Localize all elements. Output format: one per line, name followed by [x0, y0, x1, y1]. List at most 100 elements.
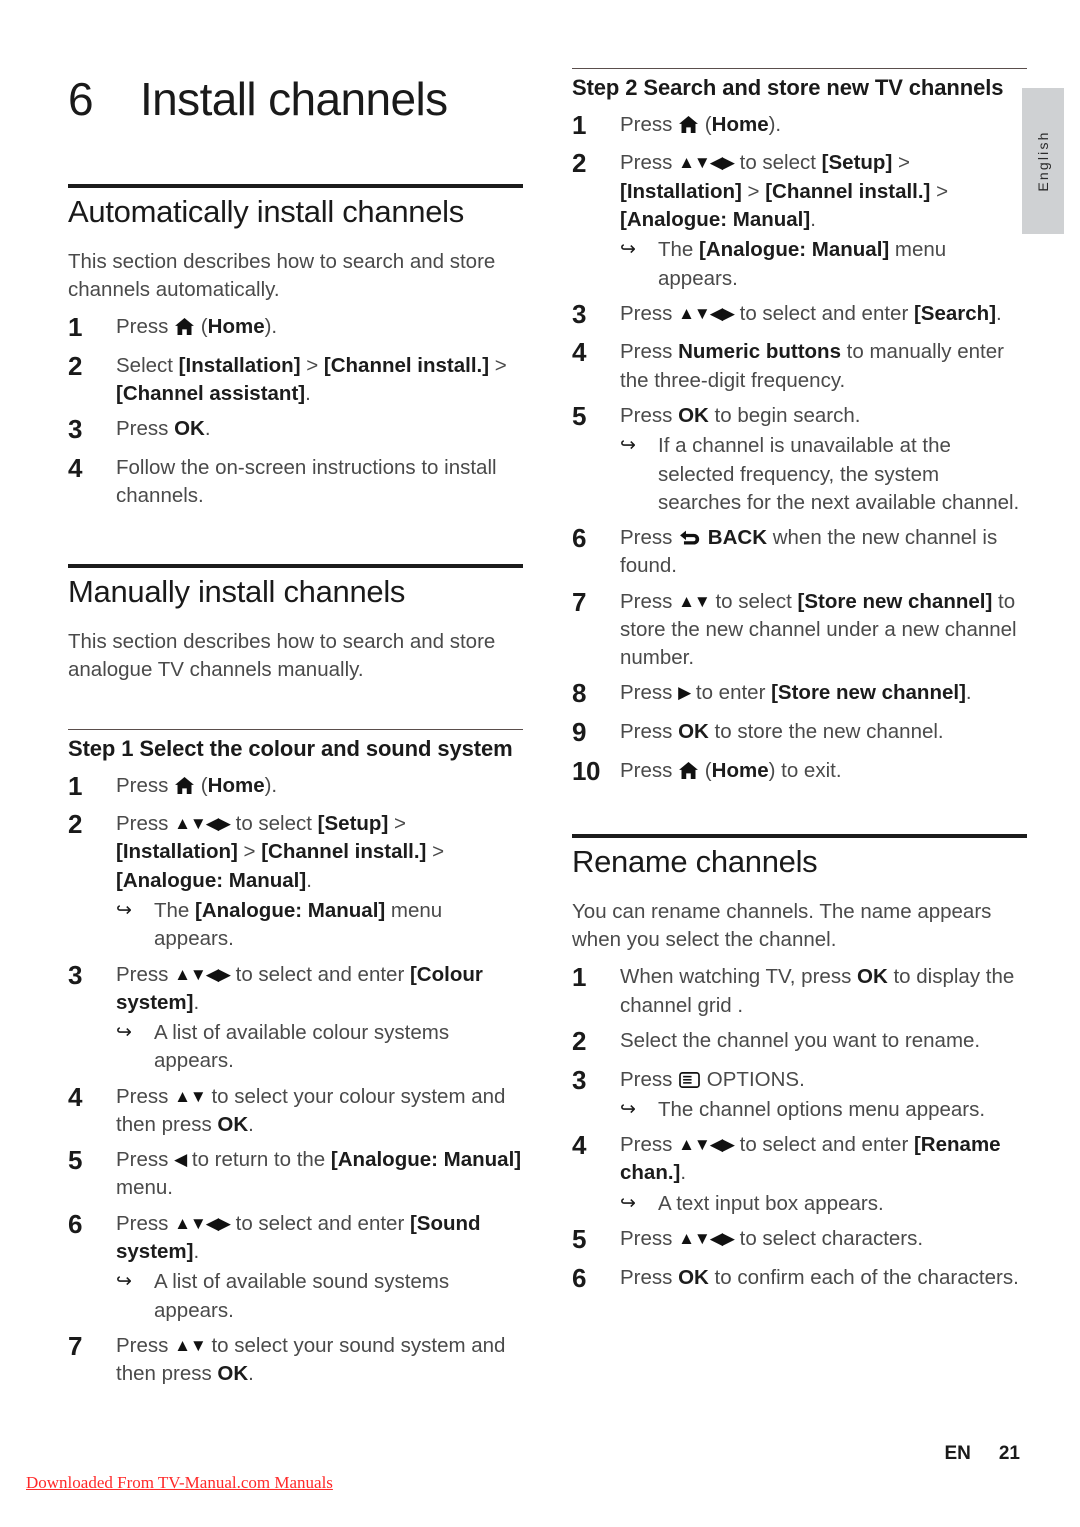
step-text: Press OK to store the new channel. [620, 715, 1027, 746]
home-icon [175, 776, 195, 794]
options-icon [679, 1071, 700, 1088]
step-text: Press ◀ to return to the [Analogue: Manu… [116, 1143, 523, 1203]
menu-path-token: [Analogue: Manual] [330, 1148, 522, 1172]
step-text: Press ▲▼ to select your colour system an… [116, 1080, 523, 1140]
list-item: 4 Press Numeric buttons to manually ente… [572, 335, 1027, 395]
step-text: When watching TV, press OK to display th… [620, 960, 1027, 1020]
step-heading-step2: Step 2 Search and store new TV channels [572, 75, 1004, 100]
step-number: 2 [572, 148, 586, 179]
step-text-tail: . [305, 382, 311, 406]
menu-path-sep: > [741, 179, 766, 203]
step-text-pre: Press [620, 403, 679, 427]
navigation-arrows-icon: ▲▼ [174, 1335, 207, 1355]
home-icon [679, 761, 699, 779]
step-text-post: ( [699, 758, 712, 782]
list-item: 1 When watching TV, press OK to display … [572, 960, 1027, 1020]
menu-path-token: [Store new channel] [771, 681, 966, 705]
step-text: Press ▶ to enter [Store new channel]. [620, 676, 1027, 707]
step-text: Press ▲▼◀▶ to select and enter [Colour s… [116, 958, 523, 1076]
step-text-bold: OK [678, 1265, 709, 1289]
step-text: Press (Home). [116, 310, 523, 341]
step-text-pre: Press [620, 681, 679, 705]
result-text: A list of available sound systems appear… [154, 1270, 450, 1322]
navigation-arrows-icon: ▲▼◀▶ [678, 153, 735, 173]
list-item: 2 Select [Installation] > [Channel insta… [68, 349, 523, 409]
step-text-pre: Select [116, 353, 179, 377]
menu-path-token: [Analogue: Manual] [699, 238, 890, 262]
steps-step1: 1 Press (Home). 2 Press ▲▼◀▶ to select [… [68, 769, 523, 1389]
step-number: 6 [572, 523, 586, 554]
step-text: Press ▲▼◀▶ to select [Setup] > [Installa… [116, 807, 523, 953]
menu-path-token: [Channel assistant] [116, 382, 306, 406]
step-number: 5 [68, 1145, 82, 1176]
list-item: 7 Press ▲▼ to select [Store new channel]… [572, 585, 1027, 673]
step-text: Press ▲▼◀▶ to select [Setup] > [Installa… [620, 146, 1027, 292]
step-text-bold: Numeric buttons [678, 340, 841, 364]
watermark-link[interactable]: Downloaded From TV-Manual.com Manuals [26, 1473, 333, 1493]
menu-path-token: [Setup] [821, 151, 893, 175]
result-text: A list of available colour systems appea… [154, 1021, 450, 1073]
step-text-pre: Press [116, 773, 175, 797]
step-number: 10 [572, 755, 600, 786]
list-item: 3 Press ▲▼◀▶ to select and enter [Colour… [68, 958, 523, 1076]
footer: EN 21 [944, 1443, 1020, 1465]
section-intro-automatically-install: This section describes how to search and… [68, 249, 496, 301]
list-item: 2 Select the channel you want to rename. [572, 1024, 1027, 1059]
menu-path-token: [Search] [913, 301, 997, 325]
step-text-post: to select and enter [733, 1133, 914, 1157]
steps-rename-channels: 1 When watching TV, press OK to display … [572, 960, 1027, 1295]
list-item: 3 Press ▲▼◀▶ to select and enter [Search… [572, 297, 1027, 332]
step-text-pre: Press [620, 720, 679, 744]
step-text-tail: ). [264, 315, 278, 339]
steps-automatically-install: 1 Press (Home). 2 Select [Installation] … [68, 310, 523, 510]
result-arrow-icon: ↪ [116, 899, 132, 921]
step-number: 7 [572, 586, 586, 617]
list-item: 6 Press OK to confirm each of the charac… [572, 1261, 1027, 1296]
step-text-pre: Press [620, 1265, 679, 1289]
navigation-arrows-icon: ▶ [678, 683, 691, 703]
menu-path-token: [Channel install.] [261, 840, 427, 864]
step-text-bold: Home [711, 112, 769, 136]
list-item: 10 Press (Home) to exit. [572, 754, 1027, 789]
list-item: 4 Follow the on-screen instructions to i… [68, 451, 523, 511]
step-text-pre: Press [620, 526, 679, 550]
step-number: 2 [68, 350, 82, 381]
step-text-post: to select and enter [733, 301, 914, 325]
result-arrow-icon: ↪ [116, 1271, 132, 1293]
result-arrow-icon: ↪ [620, 1192, 636, 1214]
step-text-tail: menu. [116, 1176, 173, 1200]
step-text-post: to enter [690, 681, 772, 705]
step-text-post: to select and enter [229, 962, 410, 986]
step-text-pre: Press [116, 1333, 175, 1357]
menu-path-sep: > [388, 812, 406, 836]
step-text: Select [Installation] > [Channel install… [116, 349, 523, 409]
step-text: Press ▲▼ to select your sound system and… [116, 1329, 523, 1389]
step-text-post: OPTIONS. [701, 1067, 805, 1091]
home-icon [679, 115, 699, 133]
step-text-pre: When watching TV, press [620, 965, 858, 989]
list-item: 6 Press BACK when the new channel is fou… [572, 521, 1027, 581]
step-number: 1 [68, 770, 82, 801]
footer-language-code: EN [944, 1443, 971, 1464]
step-text-bold: OK [217, 1112, 249, 1136]
step-text-pre: Press [620, 589, 679, 613]
step-number: 4 [68, 452, 82, 483]
list-item: 1 Press (Home). [68, 310, 523, 345]
step-text: Select the channel you want to rename. [620, 1028, 981, 1052]
step-text-pre: Press [620, 1067, 679, 1091]
step-text-post: to confirm each of the characters. [708, 1265, 1019, 1289]
navigation-arrows-icon: ▲▼◀▶ [678, 303, 735, 323]
step-text-pre: Press [116, 1148, 175, 1172]
menu-path-token: [Analogue: Manual] [620, 207, 811, 231]
step-number: 7 [68, 1330, 82, 1361]
step-text-post: to select characters. [733, 1226, 924, 1250]
step-text-bold: OK [217, 1362, 249, 1386]
left-column: 6 Install channels Automatically install… [68, 0, 523, 1388]
navigation-arrows-icon: ▲▼◀▶ [678, 1228, 735, 1248]
chapter-title: Install channels [140, 73, 448, 125]
step-text-pre: Press [116, 417, 175, 441]
section-title-manually-install: Manually install channels [68, 574, 406, 610]
menu-path-sep: > [237, 840, 262, 864]
section-title-automatically-install: Automatically install channels [68, 194, 464, 229]
language-tab: English [1022, 88, 1064, 234]
